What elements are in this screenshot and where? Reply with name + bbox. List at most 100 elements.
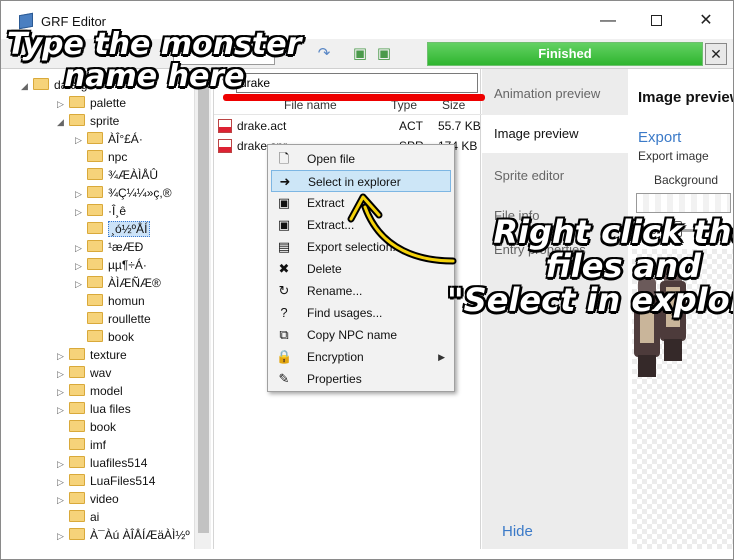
folder-icon: [69, 114, 85, 126]
folder-icon: [69, 528, 85, 540]
tree-item-label: µµ¶÷Á·: [108, 258, 147, 272]
folder-icon: [69, 384, 85, 396]
tree-item[interactable]: ▷ ¹æÆÐ: [75, 238, 143, 256]
expand-arrow-icon[interactable]: ▷: [75, 239, 87, 257]
tree-item-label: luafiles514: [90, 456, 148, 470]
expand-arrow-icon[interactable]: ▷: [75, 185, 87, 203]
folder-icon: [87, 222, 103, 234]
tree-item[interactable]: ▷ model: [57, 382, 123, 400]
tree-item[interactable]: ▷ À¯Àú ÀÎÅÍÆäÀÌ½º: [57, 526, 190, 544]
tree-item[interactable]: ◢ sprite: [57, 112, 119, 130]
tree-item[interactable]: ▷ palette: [57, 94, 126, 112]
expand-arrow-icon[interactable]: ▷: [57, 365, 69, 383]
panel-title: Image preview: [638, 89, 734, 106]
tree-item[interactable]: book: [75, 328, 134, 346]
tree-item-label: book: [90, 420, 117, 434]
tab-image-preview[interactable]: Image preview: [482, 115, 628, 153]
tree-item-label: homun: [108, 294, 145, 308]
expand-arrow-icon[interactable]: ▷: [57, 95, 69, 113]
merge-file-icon[interactable]: ▣: [375, 45, 393, 63]
menu-item-label: Copy NPC name: [307, 328, 398, 342]
export-link[interactable]: Export: [638, 129, 681, 146]
expand-arrow-icon[interactable]: ▷: [57, 527, 69, 545]
tree-item-label: npc: [108, 150, 128, 164]
menu-item-label: Encryption: [307, 350, 364, 364]
expand-arrow-icon[interactable]: ▷: [75, 257, 87, 275]
tree-item[interactable]: ▷ ÀÎ°£Á·: [75, 130, 143, 148]
file-name: drake.act: [237, 119, 287, 133]
act-file-icon: [218, 119, 232, 133]
folder-icon: [87, 330, 103, 342]
close-button[interactable]: ✕: [683, 7, 729, 35]
page-icon: 🗋: [278, 151, 290, 166]
folder-icon: [69, 438, 85, 450]
folder-icon: [69, 474, 85, 486]
tree-item[interactable]: ▷ ·Î¸ê: [75, 202, 126, 220]
tree-item[interactable]: ▷ luafiles514: [57, 454, 147, 472]
tree-item[interactable]: ▷ wav: [57, 364, 111, 382]
list-item[interactable]: drake.act ACT 55.7 KB: [214, 115, 482, 137]
minimize-button[interactable]: —: [585, 7, 631, 35]
tree-scroll-thumb[interactable]: [198, 83, 209, 533]
tree-item[interactable]: book: [57, 418, 116, 436]
tree-item-label: ¹æÆÐ: [108, 240, 144, 254]
menu-item[interactable]: ⧉ Copy NPC name: [271, 324, 451, 346]
tree-item[interactable]: ¾ÆÀÌÅÛ: [75, 166, 158, 184]
redo-icon[interactable]: ↷: [315, 45, 333, 63]
menu-item[interactable]: ? Find usages...: [271, 302, 451, 324]
expand-arrow-icon[interactable]: ▷: [57, 455, 69, 473]
tree-item[interactable]: ¸ó½ºÅÍ: [75, 220, 151, 238]
annotation-underline: [223, 94, 485, 101]
tree-item-label: palette: [90, 96, 127, 110]
tree-scrollbar[interactable]: [194, 69, 211, 549]
tree-item-label: texture: [90, 348, 127, 362]
tree-item[interactable]: ▷ LuaFiles514: [57, 472, 155, 490]
tab-sprite-editor[interactable]: Sprite editor: [482, 157, 628, 195]
expand-arrow-icon[interactable]: ▷: [57, 491, 69, 509]
export-image-label[interactable]: Export image: [638, 149, 709, 163]
tree-item[interactable]: roullette: [75, 310, 151, 328]
tree-item[interactable]: imf: [57, 436, 106, 454]
copy-icon: ⧉: [279, 327, 289, 342]
tree-item-label: video: [90, 492, 119, 506]
menu-item[interactable]: ➜ Select in explorer: [271, 170, 451, 192]
tree-item[interactable]: ai: [57, 508, 99, 526]
background-label: Background: [654, 173, 719, 187]
folder-icon: [69, 456, 85, 468]
tree-item[interactable]: ▷ lua files: [57, 400, 131, 418]
tree-item[interactable]: ▷ µµ¶÷Á·: [75, 256, 147, 274]
expand-arrow-icon[interactable]: ◢: [57, 113, 69, 131]
tree-item[interactable]: ▷ texture: [57, 346, 127, 364]
menu-item-label: Find usages...: [307, 306, 383, 320]
expand-arrow-icon[interactable]: ▷: [57, 383, 69, 401]
tree-item-label: À¯Àú ÀÎÅÍÆäÀÌ½º: [90, 528, 190, 542]
annotation-right-click-instructions: Right click the files and "Select in exp…: [447, 213, 734, 319]
tree-item[interactable]: ▷ video: [57, 490, 119, 508]
expand-arrow-icon[interactable]: ▷: [57, 473, 69, 491]
add-file-icon[interactable]: ▣: [351, 45, 369, 63]
tree-item[interactable]: homun: [75, 292, 145, 310]
help-icon: ?: [280, 305, 288, 320]
menu-item-label: Open file: [307, 152, 356, 166]
background-swatch[interactable]: [636, 193, 731, 213]
expand-arrow-icon[interactable]: ▷: [75, 275, 87, 293]
tab-animation-preview[interactable]: Animation preview: [482, 75, 628, 113]
tree-item[interactable]: npc: [75, 148, 127, 166]
progress-close-button[interactable]: ✕: [705, 43, 727, 65]
maximize-button[interactable]: [633, 7, 679, 35]
menu-item[interactable]: ↻ Rename...: [271, 280, 451, 302]
tree-item-label: LuaFiles514: [90, 474, 156, 488]
file-type: ACT: [399, 119, 423, 133]
expand-arrow-icon[interactable]: ▷: [57, 347, 69, 365]
hide-button[interactable]: Hide: [502, 523, 533, 540]
expand-arrow-icon[interactable]: ▷: [75, 131, 87, 149]
tree-item[interactable]: ▷ ÀÌÆÑÆ®: [75, 274, 161, 292]
folder-icon: [69, 366, 85, 378]
menu-item[interactable]: 🔒 Encryption ▶: [271, 346, 451, 368]
menu-item[interactable]: 🗋 Open file: [271, 148, 451, 170]
tree-item[interactable]: ▷ ¾Ç¼¼»ç,®: [75, 184, 172, 202]
menu-item[interactable]: ✎ Properties: [271, 368, 451, 390]
folder-icon: [87, 240, 103, 252]
expand-arrow-icon[interactable]: ▷: [75, 203, 87, 221]
expand-arrow-icon[interactable]: ▷: [57, 401, 69, 419]
